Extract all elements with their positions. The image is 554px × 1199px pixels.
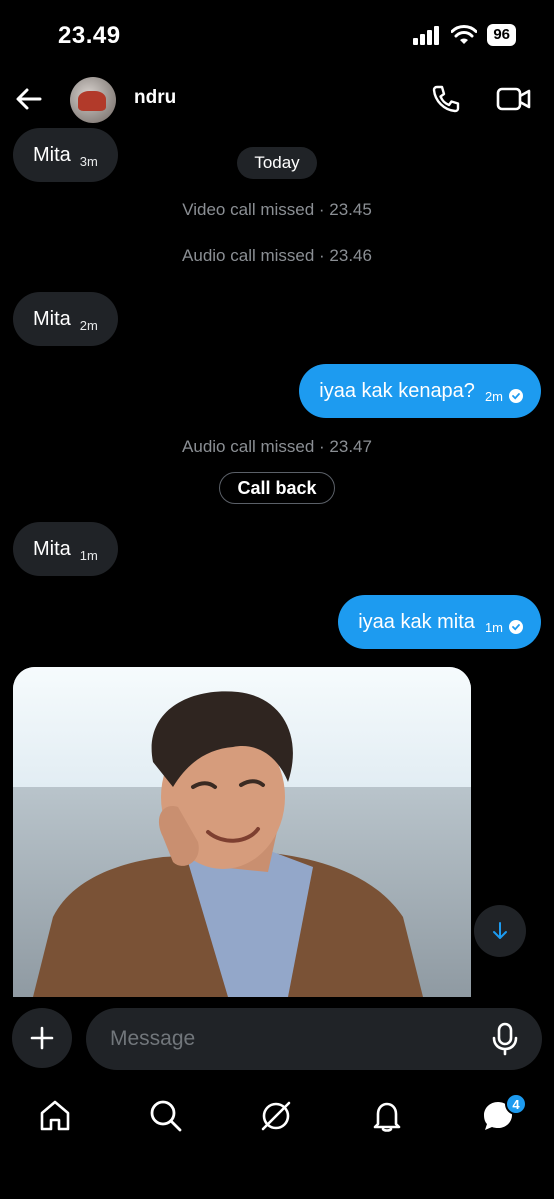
scroll-to-bottom-button[interactable]	[474, 905, 526, 957]
messages-unread-badge: 4	[505, 1093, 527, 1115]
missed-video-call-notice: Video call missed · 23.45	[182, 200, 372, 219]
chat-header: ndru	[0, 72, 554, 126]
battery-indicator: 96	[487, 24, 516, 46]
incoming-message[interactable]: Mita 2m	[13, 292, 118, 346]
status-bar: 23.49 96	[0, 0, 554, 70]
message-text: Mita	[33, 143, 71, 166]
avatar[interactable]	[70, 77, 116, 123]
bottom-navigation	[0, 1086, 554, 1146]
plus-icon	[30, 1026, 54, 1050]
message-text: iyaa kak kenapa?	[319, 379, 475, 402]
person-photo-illustration	[33, 691, 423, 997]
message-text: iyaa kak mita	[358, 610, 475, 633]
read-check-icon	[509, 389, 523, 403]
incoming-message[interactable]: Mita 3m	[13, 128, 118, 182]
missed-audio-call-notice: Audio call missed · 23.47	[182, 437, 372, 456]
image-message[interactable]	[13, 667, 471, 997]
contact-name[interactable]: ndru	[134, 87, 176, 109]
back-arrow-icon[interactable]	[14, 84, 44, 114]
message-time: 3m	[79, 153, 98, 169]
notifications-bell-icon[interactable]	[369, 1098, 405, 1134]
outgoing-message[interactable]: iyaa kak mita 1m	[338, 595, 541, 649]
wifi-icon	[451, 25, 478, 44]
read-check-icon	[509, 620, 523, 634]
home-icon[interactable]	[37, 1098, 73, 1134]
status-icons: 96	[413, 24, 516, 46]
grok-icon[interactable]	[258, 1098, 294, 1134]
search-icon[interactable]	[148, 1098, 184, 1134]
message-text: Mita	[33, 537, 71, 560]
message-input[interactable]	[86, 1008, 542, 1070]
date-separator: Today	[237, 147, 317, 179]
message-text: Mita	[33, 307, 71, 330]
cellular-signal-icon	[413, 26, 440, 45]
incoming-message[interactable]: Mita 1m	[13, 522, 118, 576]
microphone-icon[interactable]	[490, 1022, 520, 1056]
call-back-button[interactable]: Call back	[219, 472, 335, 504]
add-attachment-button[interactable]	[12, 1008, 72, 1068]
message-time: 2m	[79, 317, 98, 333]
message-time: 1m	[484, 619, 503, 635]
missed-audio-call-notice: Audio call missed · 23.46	[182, 246, 372, 265]
message-time: 1m	[79, 547, 98, 563]
status-time: 23.49	[58, 22, 121, 49]
outgoing-message[interactable]: iyaa kak kenapa? 2m	[299, 364, 541, 418]
arrow-down-icon	[493, 922, 507, 939]
video-call-icon[interactable]	[496, 83, 532, 115]
message-time: 2m	[484, 388, 503, 404]
message-composer	[0, 1006, 554, 1072]
phone-call-icon[interactable]	[430, 83, 462, 115]
